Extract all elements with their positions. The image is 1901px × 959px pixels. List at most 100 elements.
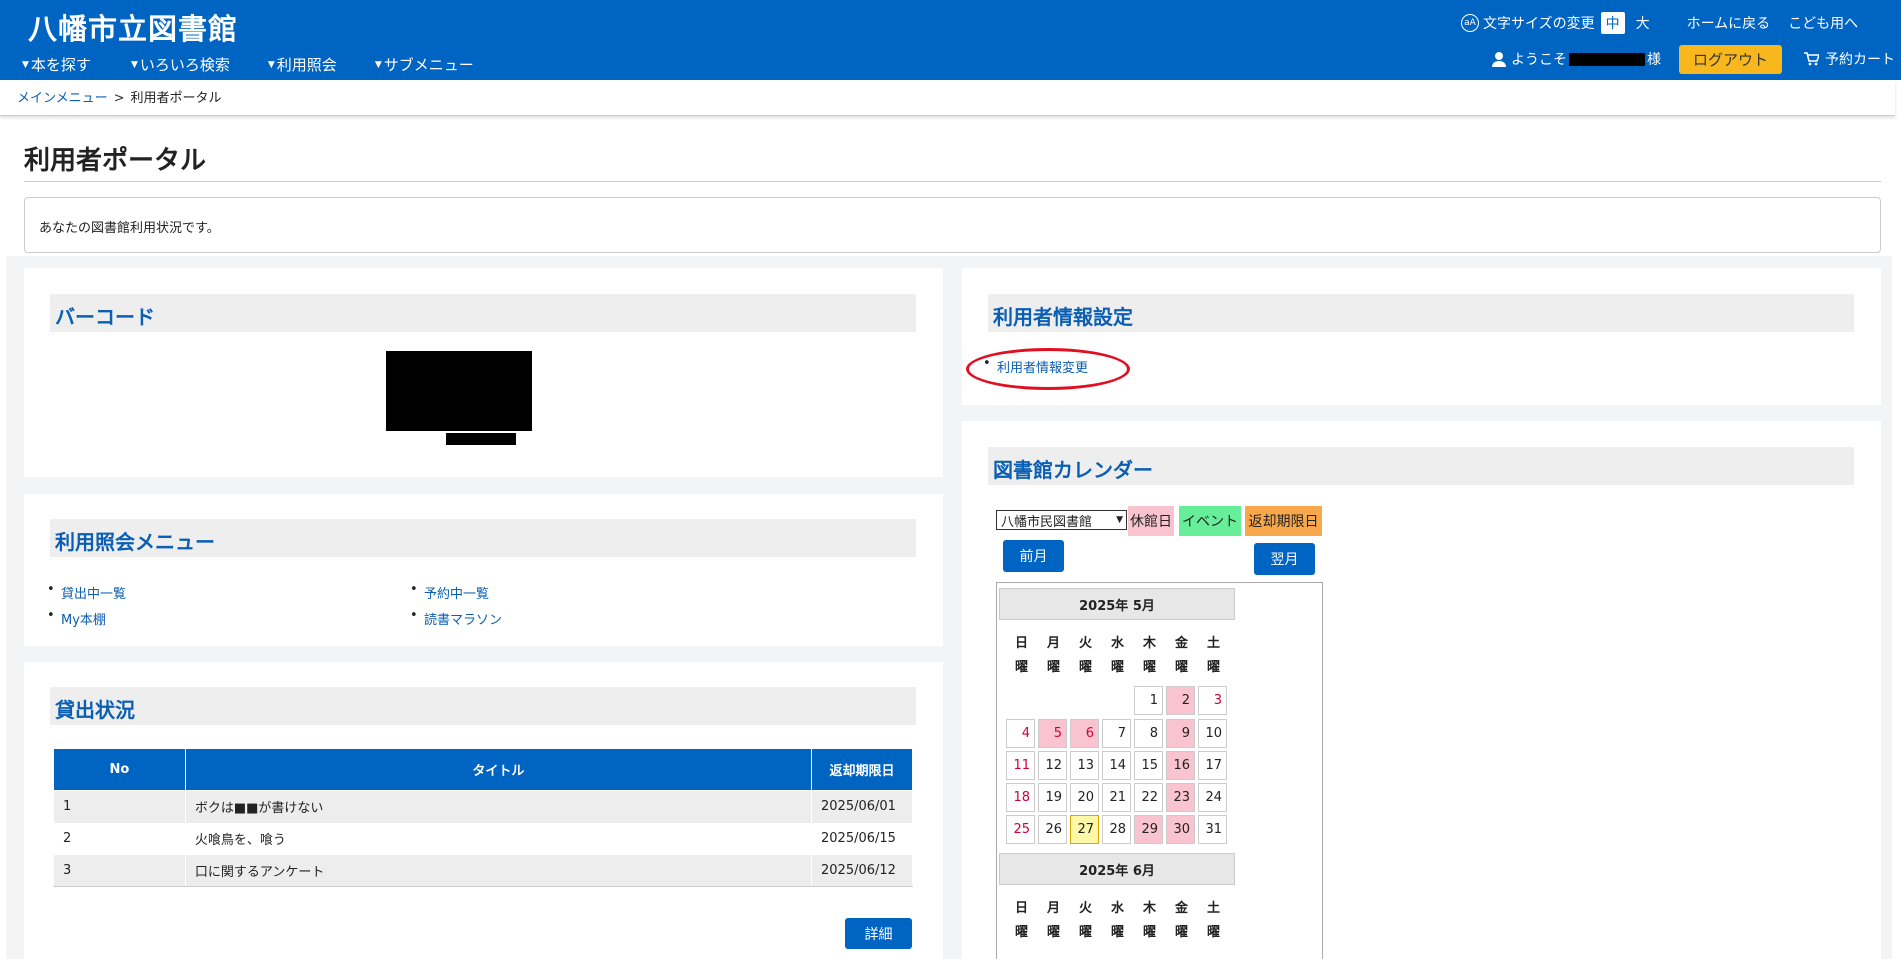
weekday-label: 日: [1014, 901, 1028, 916]
font-size-medium-button[interactable]: 中: [1600, 12, 1625, 34]
font-size-large-button[interactable]: 大: [1631, 12, 1655, 34]
row-title: 口に関するアンケート: [184, 854, 813, 887]
calendar-day[interactable]: 29: [1134, 815, 1163, 844]
reading-marathon-link[interactable]: 読書マラソン: [424, 613, 502, 628]
weekday-label: 月: [1046, 901, 1060, 916]
breadcrumb-main-menu[interactable]: メインメニュー: [17, 91, 108, 106]
calendar-day[interactable]: 23: [1166, 783, 1195, 812]
font-size-label: 文字サイズの変更: [1483, 16, 1595, 32]
weekday-label: 土: [1206, 636, 1220, 651]
my-bookshelf-link[interactable]: My本棚: [61, 613, 106, 628]
logout-button[interactable]: ログアウト: [1679, 44, 1783, 74]
caret-down-icon: ▼: [22, 59, 29, 70]
row-no: 2: [53, 822, 186, 855]
calendar-day[interactable]: 2: [1166, 686, 1195, 715]
loans-table: No タイトル 返却期限日 1 ボクは■■が書けない 2025/06/01 2 …: [53, 748, 913, 887]
caret-down-icon: ▼: [374, 59, 382, 70]
calendar-day[interactable]: 11: [1006, 751, 1035, 780]
calendar-day[interactable]: 8: [1134, 719, 1163, 748]
calendar-day[interactable]: 18: [1006, 783, 1035, 812]
nav-search-books[interactable]: ▼ 本を探す: [22, 54, 91, 75]
calendar-day[interactable]: 10: [1198, 719, 1227, 748]
weekday-suffix: 曜: [1046, 925, 1060, 940]
main-nav: ▼ 本を探す ▼ いろいろ検索 ▼ 利用照会 ▼ サブメニュー: [22, 54, 474, 75]
calendar-day[interactable]: 27: [1070, 815, 1099, 844]
calendar-day[interactable]: 20: [1070, 783, 1099, 812]
breadcrumb: メインメニュー > 利用者ポータル: [0, 80, 1895, 116]
calendar-day[interactable]: 31: [1198, 815, 1227, 844]
calendar-day[interactable]: 14: [1102, 751, 1131, 780]
caret-down-icon: ▼: [267, 59, 275, 70]
weekday-label: 土: [1206, 901, 1220, 916]
table-row: 1 ボクは■■が書けない 2025/06/01: [53, 790, 913, 823]
row-no: 1: [53, 790, 186, 823]
calendar-day[interactable]: 16: [1166, 751, 1195, 780]
barcode-number-masked: [446, 433, 516, 445]
cart-icon: [1804, 52, 1820, 66]
barcode-image: [386, 351, 532, 431]
weekday-label: 月: [1046, 636, 1060, 651]
calendar-day[interactable]: 21: [1102, 783, 1131, 812]
header-user-row: ようこそ 様 ログアウト 予約カート: [1491, 44, 1901, 74]
welcome-prefix: ようこそ: [1511, 52, 1567, 68]
reservation-cart-link[interactable]: 予約カート: [1804, 49, 1895, 69]
breadcrumb-current: 利用者ポータル: [130, 91, 222, 106]
month-title: 2025年 6月: [999, 853, 1235, 885]
kids-link[interactable]: こども用へ: [1788, 13, 1858, 33]
user-icon: [1492, 52, 1506, 67]
calendar-day[interactable]: 12: [1038, 751, 1067, 780]
weekday-label: 木: [1142, 901, 1156, 916]
row-title: ボクは■■が書けない: [184, 790, 813, 823]
loans-list-link[interactable]: 貸出中一覧: [61, 587, 126, 602]
reservations-list-link[interactable]: 予約中一覧: [424, 587, 489, 602]
calendar-day[interactable]: 9: [1166, 719, 1195, 748]
usage-menu-heading: 利用照会メニュー: [50, 519, 916, 557]
chevron-down-icon: ▼: [1116, 515, 1123, 525]
home-link[interactable]: ホームに戻る: [1687, 13, 1771, 33]
weekday-suffix: 曜: [1174, 660, 1188, 675]
calendar-day[interactable]: 1: [1134, 686, 1163, 715]
site-header: 八幡市立図書館 ▼ 本を探す ▼ いろいろ検索 ▼ 利用照会 ▼ サブメニュー aA 文…: [0, 0, 1901, 80]
calendar-day[interactable]: 22: [1134, 783, 1163, 812]
header-utility-row: aA 文字サイズの変更 中 大 ホームに戻る こども用へ: [1461, 10, 1901, 36]
calendar-day[interactable]: 26: [1038, 815, 1067, 844]
calendar-day[interactable]: 19: [1038, 783, 1067, 812]
calendar-day[interactable]: 30: [1166, 815, 1195, 844]
calendar-day[interactable]: 17: [1198, 751, 1227, 780]
loan-details-button[interactable]: 詳細: [845, 918, 912, 949]
weekday-label: 金: [1174, 901, 1188, 916]
weekday-label: 火: [1078, 901, 1092, 916]
nav-sub-menu[interactable]: ▼ サブメニュー: [375, 54, 474, 75]
calendar-day[interactable]: 4: [1006, 719, 1035, 748]
calendar-day[interactable]: 5: [1038, 719, 1067, 748]
row-title: 火喰鳥を、喰う: [184, 822, 813, 855]
nav-usage-inquiry[interactable]: ▼ 利用照会: [268, 54, 337, 75]
weekday-suffix: 曜: [1142, 925, 1156, 940]
legend-closed: 休館日: [1128, 506, 1174, 536]
weekday-suffix: 曜: [1142, 660, 1156, 675]
calendar-day[interactable]: 24: [1198, 783, 1227, 812]
site-title[interactable]: 八幡市立図書館: [28, 6, 238, 48]
weekday-label: 火: [1078, 636, 1092, 651]
loans-heading: 貸出状況: [50, 687, 916, 725]
weekday-suffix: 曜: [1110, 925, 1124, 940]
legend-event: イベント: [1179, 506, 1241, 536]
calendar-day[interactable]: 6: [1070, 719, 1099, 748]
legend-due-date: 返却期限日: [1245, 506, 1322, 536]
calendar-day[interactable]: 7: [1102, 719, 1131, 748]
prev-month-button[interactable]: 前月: [1003, 540, 1064, 572]
nav-various-search[interactable]: ▼ いろいろ検索: [131, 54, 230, 75]
column-header-no: No: [53, 748, 186, 791]
row-due-date: 2025/06/12: [811, 854, 913, 887]
calendar-day[interactable]: 15: [1134, 751, 1163, 780]
calendar-day[interactable]: 25: [1006, 815, 1035, 844]
next-month-button[interactable]: 翌月: [1254, 543, 1315, 575]
calendar-day[interactable]: 3: [1198, 686, 1227, 715]
list-item: 予約中一覧: [410, 582, 502, 609]
list-item: 読書マラソン: [410, 608, 502, 635]
intro-message: あなたの図書館利用状況です。: [24, 197, 1881, 253]
library-select[interactable]: 八幡市民図書館 ▼: [996, 510, 1127, 530]
calendar-day[interactable]: 28: [1102, 815, 1131, 844]
calendar-day[interactable]: 13: [1070, 751, 1099, 780]
calendar-heading: 図書館カレンダー: [988, 447, 1854, 485]
